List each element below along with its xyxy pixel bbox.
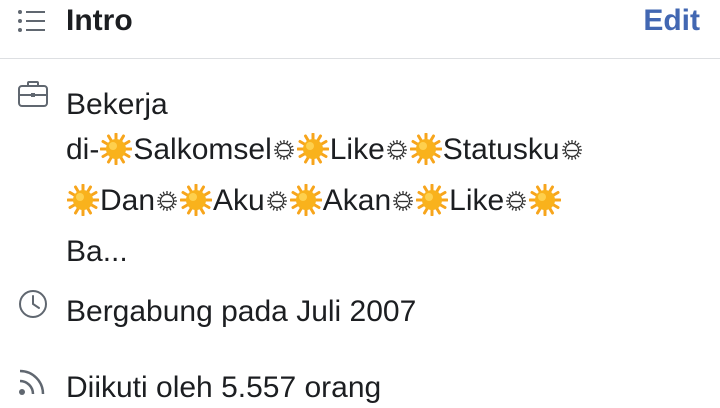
- edit-button[interactable]: Edit: [643, 2, 700, 40]
- sun-emoji-icon: [528, 183, 562, 229]
- clock-icon: [17, 288, 49, 325]
- intro-header: Intro Edit: [0, 0, 720, 59]
- work-text-fragment: Ba...: [66, 235, 128, 268]
- list-icon: [17, 7, 47, 40]
- work-text-fragment: Like: [449, 184, 505, 217]
- sun-emoji-icon: [415, 183, 449, 229]
- intro-title: Intro: [66, 4, 133, 37]
- work-line: Bekerja: [66, 82, 706, 127]
- work-text-fragment: di-: [66, 133, 100, 166]
- new-moon-emoji-icon: [392, 180, 414, 225]
- work-description: Bekerja di- Salkomsel Like Statusku Dan Aku Aka…: [66, 82, 706, 274]
- new-moon-emoji-icon: [156, 180, 178, 225]
- work-text-fragment: Dan: [100, 184, 156, 217]
- sun-emoji-icon: [409, 132, 443, 178]
- work-text-fragment: Aku: [213, 184, 265, 217]
- new-moon-emoji-icon: [386, 129, 408, 174]
- sun-emoji-icon: [289, 183, 323, 229]
- rss-feed-icon: [17, 365, 49, 402]
- sun-emoji-icon: [66, 183, 100, 229]
- new-moon-emoji-icon: [561, 129, 583, 174]
- work-line: di- Salkomsel Like Statusku: [66, 127, 706, 178]
- work-line: Dan Aku Akan Like: [66, 178, 706, 229]
- sun-emoji-icon: [99, 132, 133, 178]
- sun-emoji-icon: [296, 132, 330, 178]
- new-moon-emoji-icon: [266, 180, 288, 225]
- work-text-fragment: Statusku: [442, 133, 560, 166]
- work-text-fragment: Like: [329, 133, 385, 166]
- followers-count: Diikuti oleh 5.557 orang: [66, 371, 382, 404]
- work-text-fragment: Akan: [322, 184, 392, 217]
- joined-date: Bergabung pada Juli 2007: [66, 295, 417, 328]
- briefcase-icon: [17, 80, 49, 113]
- work-line: Ba...: [66, 229, 706, 274]
- new-moon-emoji-icon: [505, 180, 527, 225]
- work-text-fragment: Bekerja: [66, 88, 168, 121]
- sun-emoji-icon: [179, 183, 213, 229]
- new-moon-emoji-icon: [273, 129, 295, 174]
- work-text-fragment: Salkomsel: [133, 133, 272, 166]
